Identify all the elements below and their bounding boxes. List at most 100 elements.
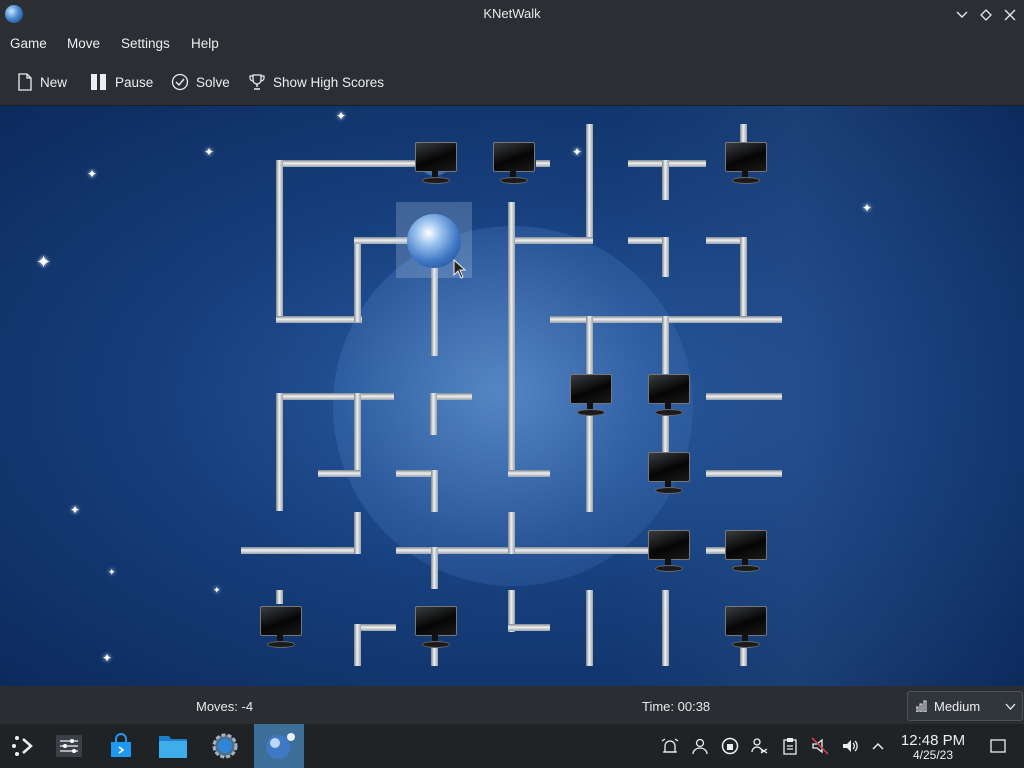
cable (536, 160, 550, 167)
computer-monitor-icon[interactable] (645, 372, 691, 418)
cable (431, 547, 438, 589)
time-counter: Time: 00:38 (642, 699, 711, 714)
new-label: New (40, 74, 68, 90)
show-desktop-icon[interactable] (988, 736, 1008, 756)
close-icon (1004, 9, 1016, 21)
system-settings-icon (212, 733, 238, 759)
new-button[interactable]: New (17, 71, 67, 93)
diamond-icon (980, 9, 992, 21)
menu-settings[interactable]: Settings (121, 36, 170, 51)
cable (740, 237, 747, 323)
dolphin-button[interactable] (150, 724, 196, 768)
cable (276, 393, 283, 511)
computer-monitor-icon[interactable] (257, 604, 303, 650)
cable (276, 160, 416, 167)
cable (508, 202, 515, 476)
cable (662, 237, 669, 277)
star-decoration: ✦ (862, 201, 873, 215)
computer-monitor-icon[interactable] (490, 140, 536, 186)
toolbar: New Pause Solve Show High Scores (0, 59, 1024, 106)
vault-icon[interactable] (720, 736, 740, 756)
cable (508, 624, 550, 631)
menu-game[interactable]: Game (10, 36, 47, 51)
app-launcher-icon (12, 736, 33, 756)
menu-help[interactable]: Help (191, 36, 219, 51)
app-launcher-button[interactable] (0, 724, 46, 768)
moves-counter: Moves: -4 (196, 699, 254, 714)
status-bar: Moves: -4 Time: 00:38 (0, 686, 1024, 724)
cable (586, 124, 593, 244)
task-manager-icon (56, 735, 82, 757)
star-decoration: ✦ (70, 503, 81, 517)
cable (276, 393, 394, 400)
cable (662, 590, 669, 666)
difficulty-value: Medium (934, 698, 981, 714)
kde-connect-icon[interactable] (750, 736, 770, 756)
pause-label: Pause (115, 74, 154, 90)
menu-bar: Game Move Settings Help (0, 29, 1024, 59)
cable (662, 316, 669, 376)
audio-muted-icon[interactable] (810, 736, 830, 756)
cable (508, 512, 515, 554)
taskbar (0, 724, 1024, 768)
cable (276, 160, 283, 322)
minimize-button[interactable] (952, 5, 972, 25)
cable (586, 416, 593, 512)
menu-move[interactable]: Move (67, 36, 100, 51)
cable (431, 470, 438, 512)
maximize-button[interactable] (976, 5, 996, 25)
cable (276, 316, 362, 323)
user-icon[interactable] (690, 736, 710, 756)
task-manager-button[interactable] (46, 724, 92, 768)
alarm-icon[interactable] (660, 736, 680, 756)
pause-icon (91, 74, 106, 90)
solve-button[interactable]: Solve (171, 71, 230, 93)
computer-monitor-icon[interactable] (645, 450, 691, 496)
discover-store-icon (111, 733, 131, 757)
cable (586, 316, 593, 376)
computer-monitor-icon[interactable] (722, 604, 768, 650)
clock-date[interactable]: 4/25/23 (898, 748, 968, 762)
computer-monitor-icon[interactable] (567, 372, 613, 418)
system-settings-button[interactable] (202, 724, 248, 768)
computer-monitor-icon[interactable] (645, 528, 691, 574)
star-decoration: ✦ (87, 167, 98, 181)
clipboard-icon[interactable] (780, 736, 800, 756)
cable (354, 624, 361, 666)
cable (354, 237, 361, 322)
mouse-cursor-icon (453, 259, 467, 279)
computer-monitor-icon[interactable] (722, 140, 768, 186)
pause-button[interactable]: Pause (90, 71, 153, 93)
star-decoration: ✦ (572, 145, 583, 159)
title-bar[interactable]: KNetWalk (0, 0, 1024, 29)
difficulty-select[interactable]: Medium (907, 691, 1023, 721)
star-decoration: ✦ (102, 651, 113, 665)
cable (706, 393, 782, 400)
star-decoration: ✦ (204, 145, 215, 159)
knetwalk-task-button[interactable] (254, 724, 304, 768)
computer-monitor-icon[interactable] (412, 604, 458, 650)
star-decoration: ✦ (108, 567, 116, 577)
cable (354, 512, 361, 554)
cable (662, 160, 669, 200)
cable (512, 237, 593, 244)
dolphin-files-icon (159, 736, 187, 758)
star-decoration: ✦ (36, 252, 52, 272)
signal-bars-icon (916, 700, 927, 712)
game-board[interactable]: ✦ ✦ ✦ ✦ ✦ ✦ ✦ ✦ ✦ ✦ (0, 106, 1024, 686)
discover-button[interactable] (98, 724, 144, 768)
cable (508, 470, 550, 477)
star-decoration: ✦ (336, 109, 347, 123)
solve-label: Solve (196, 74, 230, 90)
cable (276, 590, 283, 604)
clock-time[interactable]: 12:48 PM (898, 732, 968, 749)
cable (318, 470, 360, 477)
checkmark-circle-icon (171, 73, 189, 91)
window-title: KNetWalk (483, 6, 541, 21)
volume-icon[interactable] (840, 736, 860, 756)
show-high-scores-button[interactable]: Show High Scores (248, 71, 384, 93)
close-button[interactable] (1000, 5, 1020, 25)
expand-tray-icon[interactable] (868, 736, 888, 756)
computer-monitor-icon[interactable] (412, 140, 458, 186)
computer-monitor-icon[interactable] (722, 528, 768, 574)
